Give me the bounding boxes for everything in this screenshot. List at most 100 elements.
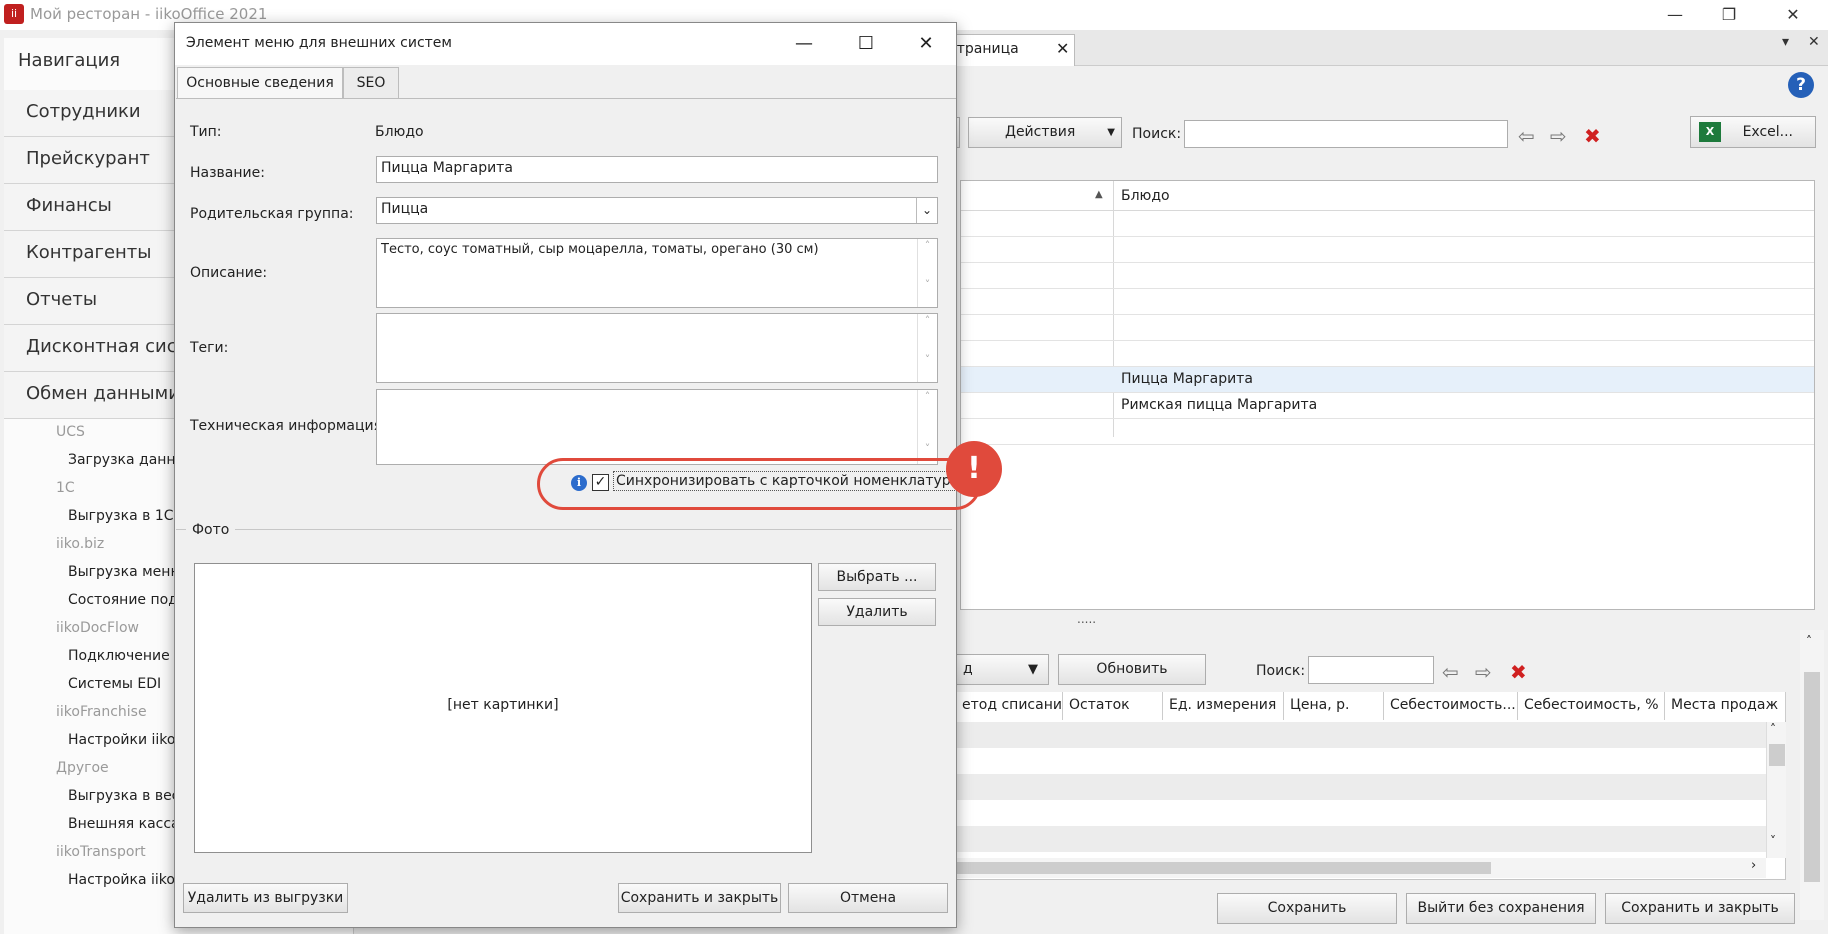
close-window-button[interactable]: ✕ — [1770, 0, 1816, 30]
nav-link-menu-export[interactable]: Выгрузка меню — [68, 564, 182, 580]
lower-search-input[interactable] — [1308, 656, 1434, 684]
lower-search-next-arrow-icon[interactable]: ⇨ — [1475, 660, 1492, 684]
column-header-cost-percent[interactable]: Себестоимость, % — [1518, 692, 1665, 720]
panel-splitter[interactable]: ..... — [1077, 612, 1096, 626]
hscrollbar-thumb[interactable] — [957, 862, 1491, 874]
main-vertical-scrollbar[interactable]: ˄ — [1800, 630, 1824, 920]
table-row-selected[interactable]: Пицца Маргарита — [961, 367, 1814, 393]
table-row[interactable] — [961, 237, 1814, 263]
parent-group-label: Родительская группа: — [190, 206, 354, 222]
nav-link-docflow-connect[interactable]: Подключение к — [68, 648, 183, 664]
nav-group-iikobiz: iiko.biz — [56, 536, 105, 552]
actions-dropdown[interactable]: Действия ▼ — [968, 117, 1122, 148]
dialog-minimize-button[interactable]: — — [781, 27, 827, 61]
column-header-unit[interactable]: Ед. измерения — [1163, 692, 1284, 720]
nav-link-external-register[interactable]: Внешняя касса — [68, 816, 180, 832]
tab-seo[interactable]: SEO — [343, 67, 399, 99]
dialog-close-button[interactable]: ✕ — [903, 27, 949, 61]
dialog-cancel-button[interactable]: Отмена — [788, 883, 948, 913]
main-scrollbar-thumb[interactable] — [1804, 672, 1820, 882]
choose-photo-button[interactable]: Выбрать ... — [818, 563, 936, 591]
table-row[interactable] — [961, 315, 1814, 341]
column-header-price[interactable]: Цена, р. — [1284, 692, 1384, 720]
save-and-close-button[interactable]: Сохранить и закрыть — [1605, 893, 1795, 924]
refresh-button[interactable]: Обновить — [1058, 654, 1206, 685]
help-icon[interactable]: ? — [1788, 72, 1814, 98]
type-value: Блюдо — [375, 124, 424, 140]
info-icon[interactable]: i — [571, 475, 587, 491]
sync-checkbox[interactable]: ✓ — [592, 474, 609, 491]
tech-info-textarea[interactable] — [376, 389, 938, 465]
dialog-save-and-close-button[interactable]: Сохранить и закрыть — [618, 883, 781, 913]
scroll-right-icon[interactable]: › — [1751, 858, 1756, 873]
search-input[interactable] — [1184, 120, 1508, 148]
search-label: Поиск: — [1132, 126, 1182, 142]
nav-link-connection-state[interactable]: Состояние подк — [68, 592, 186, 608]
lower-search-prev-arrow-icon[interactable]: ⇦ — [1442, 660, 1459, 684]
tab-close-icon[interactable]: ✕ — [1056, 39, 1069, 58]
lower-grid-vertical-scrollbar[interactable]: ˄ ˅ — [1766, 722, 1786, 858]
tab-menu-icon[interactable]: ▾ — [1782, 34, 1789, 50]
nav-link-franchise-settings[interactable]: Настройки iikoFi — [68, 732, 186, 748]
scroll-down-icon[interactable]: ˅ — [1770, 834, 1776, 848]
nav-link-1c-export[interactable]: Выгрузка в 1С... — [68, 508, 187, 524]
table-row[interactable] — [957, 722, 1766, 748]
column-header-cost[interactable]: Себестоимость... — [1384, 692, 1518, 720]
table-row[interactable] — [957, 800, 1766, 826]
table-row[interactable] — [961, 419, 1814, 445]
table-row[interactable] — [961, 211, 1814, 237]
table-row[interactable] — [957, 826, 1766, 852]
scrollbar-thumb[interactable] — [1769, 744, 1785, 766]
table-row[interactable] — [961, 263, 1814, 289]
column-header-balance[interactable]: Остаток — [1063, 692, 1163, 720]
restore-window-button[interactable]: ❐ — [1706, 0, 1752, 30]
description-textarea[interactable]: Тесто, соус томатный, сыр моцарелла, том… — [376, 238, 938, 308]
search-next-arrow-icon[interactable]: ⇨ — [1550, 124, 1567, 148]
nav-category-label: Контрагенты — [26, 242, 152, 263]
lower-clear-search-icon[interactable]: ✖ — [1510, 660, 1527, 684]
nav-link-ucs-load[interactable]: Загрузка данны — [68, 452, 187, 468]
lower-filter-dropdown[interactable]: д ▼ — [956, 654, 1049, 685]
excel-export-button[interactable]: X Excel... — [1690, 116, 1816, 148]
lower-grid-horizontal-scrollbar[interactable]: › — [957, 858, 1766, 878]
parent-group-select[interactable]: Пицца ⌄ — [376, 197, 938, 224]
save-button[interactable]: Сохранить — [1217, 893, 1397, 924]
delete-photo-button[interactable]: Удалить — [818, 598, 936, 626]
scroll-up-icon[interactable]: ˄ — [1770, 722, 1776, 736]
table-row[interactable] — [957, 748, 1766, 774]
name-input[interactable]: Пицца Маргарита — [376, 156, 938, 183]
nav-link-transport-settings[interactable]: Настройка iikoTr — [68, 872, 187, 888]
table-row[interactable] — [961, 289, 1814, 315]
lower-filter-value: д — [963, 661, 973, 677]
lower-search-label: Поиск: — [1256, 663, 1306, 679]
description-scrollbar[interactable]: ˄ ˅ — [917, 239, 937, 307]
column-header-writeoff-method[interactable]: етод списания — [956, 692, 1070, 720]
clear-search-icon[interactable]: ✖ — [1584, 124, 1601, 148]
exit-without-saving-button[interactable]: Выйти без сохранения — [1406, 893, 1596, 924]
chevron-down-icon[interactable]: ⌄ — [916, 198, 937, 223]
remove-from-export-button[interactable]: Удалить из выгрузки — [183, 883, 348, 913]
nav-link-scales-export[interactable]: Выгрузка в весы — [68, 788, 190, 804]
tab-general-info[interactable]: Основные сведения — [177, 67, 343, 99]
nav-category-label: Дисконтная сист — [26, 336, 188, 357]
main-scroll-up-icon[interactable]: ˄ — [1806, 634, 1812, 648]
table-row[interactable] — [957, 774, 1766, 800]
excel-export-label: Excel... — [1742, 124, 1793, 140]
column-header-sale-places[interactable]: Места продаж — [1665, 692, 1786, 720]
table-row[interactable]: Римская пицца Маргарита — [961, 393, 1814, 419]
tech-info-scrollbar[interactable]: ˄ ˅ — [917, 390, 937, 464]
sync-checkbox-label[interactable]: Синхронизировать с карточкой номенклатур… — [613, 471, 965, 491]
actions-dropdown-label: Действия — [1005, 124, 1076, 140]
tags-textarea[interactable] — [376, 313, 938, 383]
chevron-down-icon: ▼ — [1107, 127, 1115, 138]
tech-info-label: Техническая информация: — [190, 418, 387, 434]
minimize-window-button[interactable]: — — [1652, 0, 1698, 30]
dialog-maximize-button[interactable]: ☐ — [843, 27, 889, 61]
nav-link-edi-systems[interactable]: Системы EDI — [68, 676, 161, 692]
table-row[interactable] — [961, 341, 1814, 367]
close-all-tabs-icon[interactable]: ✕ — [1808, 34, 1820, 50]
search-prev-arrow-icon[interactable]: ⇦ — [1518, 124, 1535, 148]
tags-scrollbar[interactable]: ˄ ˅ — [917, 314, 937, 382]
column-header-dish[interactable]: Блюдо — [1121, 188, 1170, 204]
sort-ascending-icon[interactable]: ▲ — [1095, 189, 1103, 200]
